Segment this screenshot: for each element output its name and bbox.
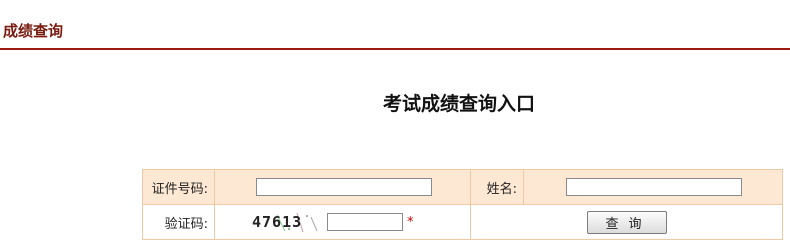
name-label: 姓名: [470,169,524,205]
captcha-input[interactable] [327,213,403,231]
captcha-label: 验证码: [142,204,215,240]
name-input[interactable] [566,178,742,196]
captcha-text: 47613 [252,213,302,231]
query-form: 证件号码: 姓名: 验证码: 47613 * 查询 [142,169,783,240]
id-number-label: 证件号码: [142,169,215,205]
id-number-input[interactable] [256,178,432,196]
name-cell [523,169,783,205]
required-mark: * [407,214,414,230]
page-title: 考试成绩查询入口 [383,93,536,115]
form-row-identity: 证件号码: 姓名: [142,169,783,205]
id-number-cell [214,169,471,205]
submit-cell: 查询 [470,204,783,240]
header-divider [0,48,790,50]
query-button[interactable]: 查询 [586,210,667,234]
captcha-image[interactable]: 47613 [251,211,323,233]
captcha-cell: 47613 * [214,204,471,240]
section-title: 成绩查询 [3,22,64,40]
form-row-captcha: 验证码: 47613 * 查询 [142,204,783,240]
